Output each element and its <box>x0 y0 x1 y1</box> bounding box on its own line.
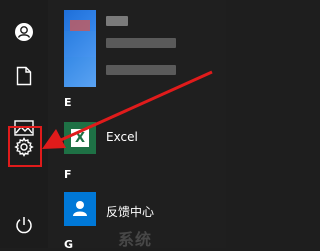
blurred-app-label <box>106 65 176 75</box>
watermark: 系统 <box>118 230 153 249</box>
section-letter-g[interactable]: G <box>64 238 73 251</box>
power-icon <box>15 216 33 234</box>
power-button[interactable] <box>0 205 48 245</box>
feedback-icon <box>70 198 90 224</box>
user-account-button[interactable] <box>0 12 48 52</box>
feedback-hub-label[interactable]: 反馈中心 <box>106 203 154 220</box>
start-menu-rail <box>0 0 48 248</box>
excel-icon: X <box>71 129 89 147</box>
settings-highlight-box <box>8 126 42 167</box>
excel-app-tile[interactable]: X <box>64 122 96 154</box>
section-letter-e[interactable]: E <box>64 96 72 109</box>
blurred-app-tile[interactable] <box>64 31 96 57</box>
app-list: E X Excel F 反馈中心 G <box>48 0 226 251</box>
excel-label[interactable]: Excel <box>106 130 138 144</box>
feedback-hub-tile[interactable] <box>64 192 96 226</box>
document-icon <box>16 66 32 86</box>
section-letter-f[interactable]: F <box>64 168 72 181</box>
user-icon <box>14 22 34 42</box>
blurred-app-label <box>106 16 128 26</box>
documents-button[interactable] <box>0 56 48 96</box>
blurred-app-label <box>106 38 176 48</box>
blurred-app-tile[interactable] <box>64 57 96 87</box>
